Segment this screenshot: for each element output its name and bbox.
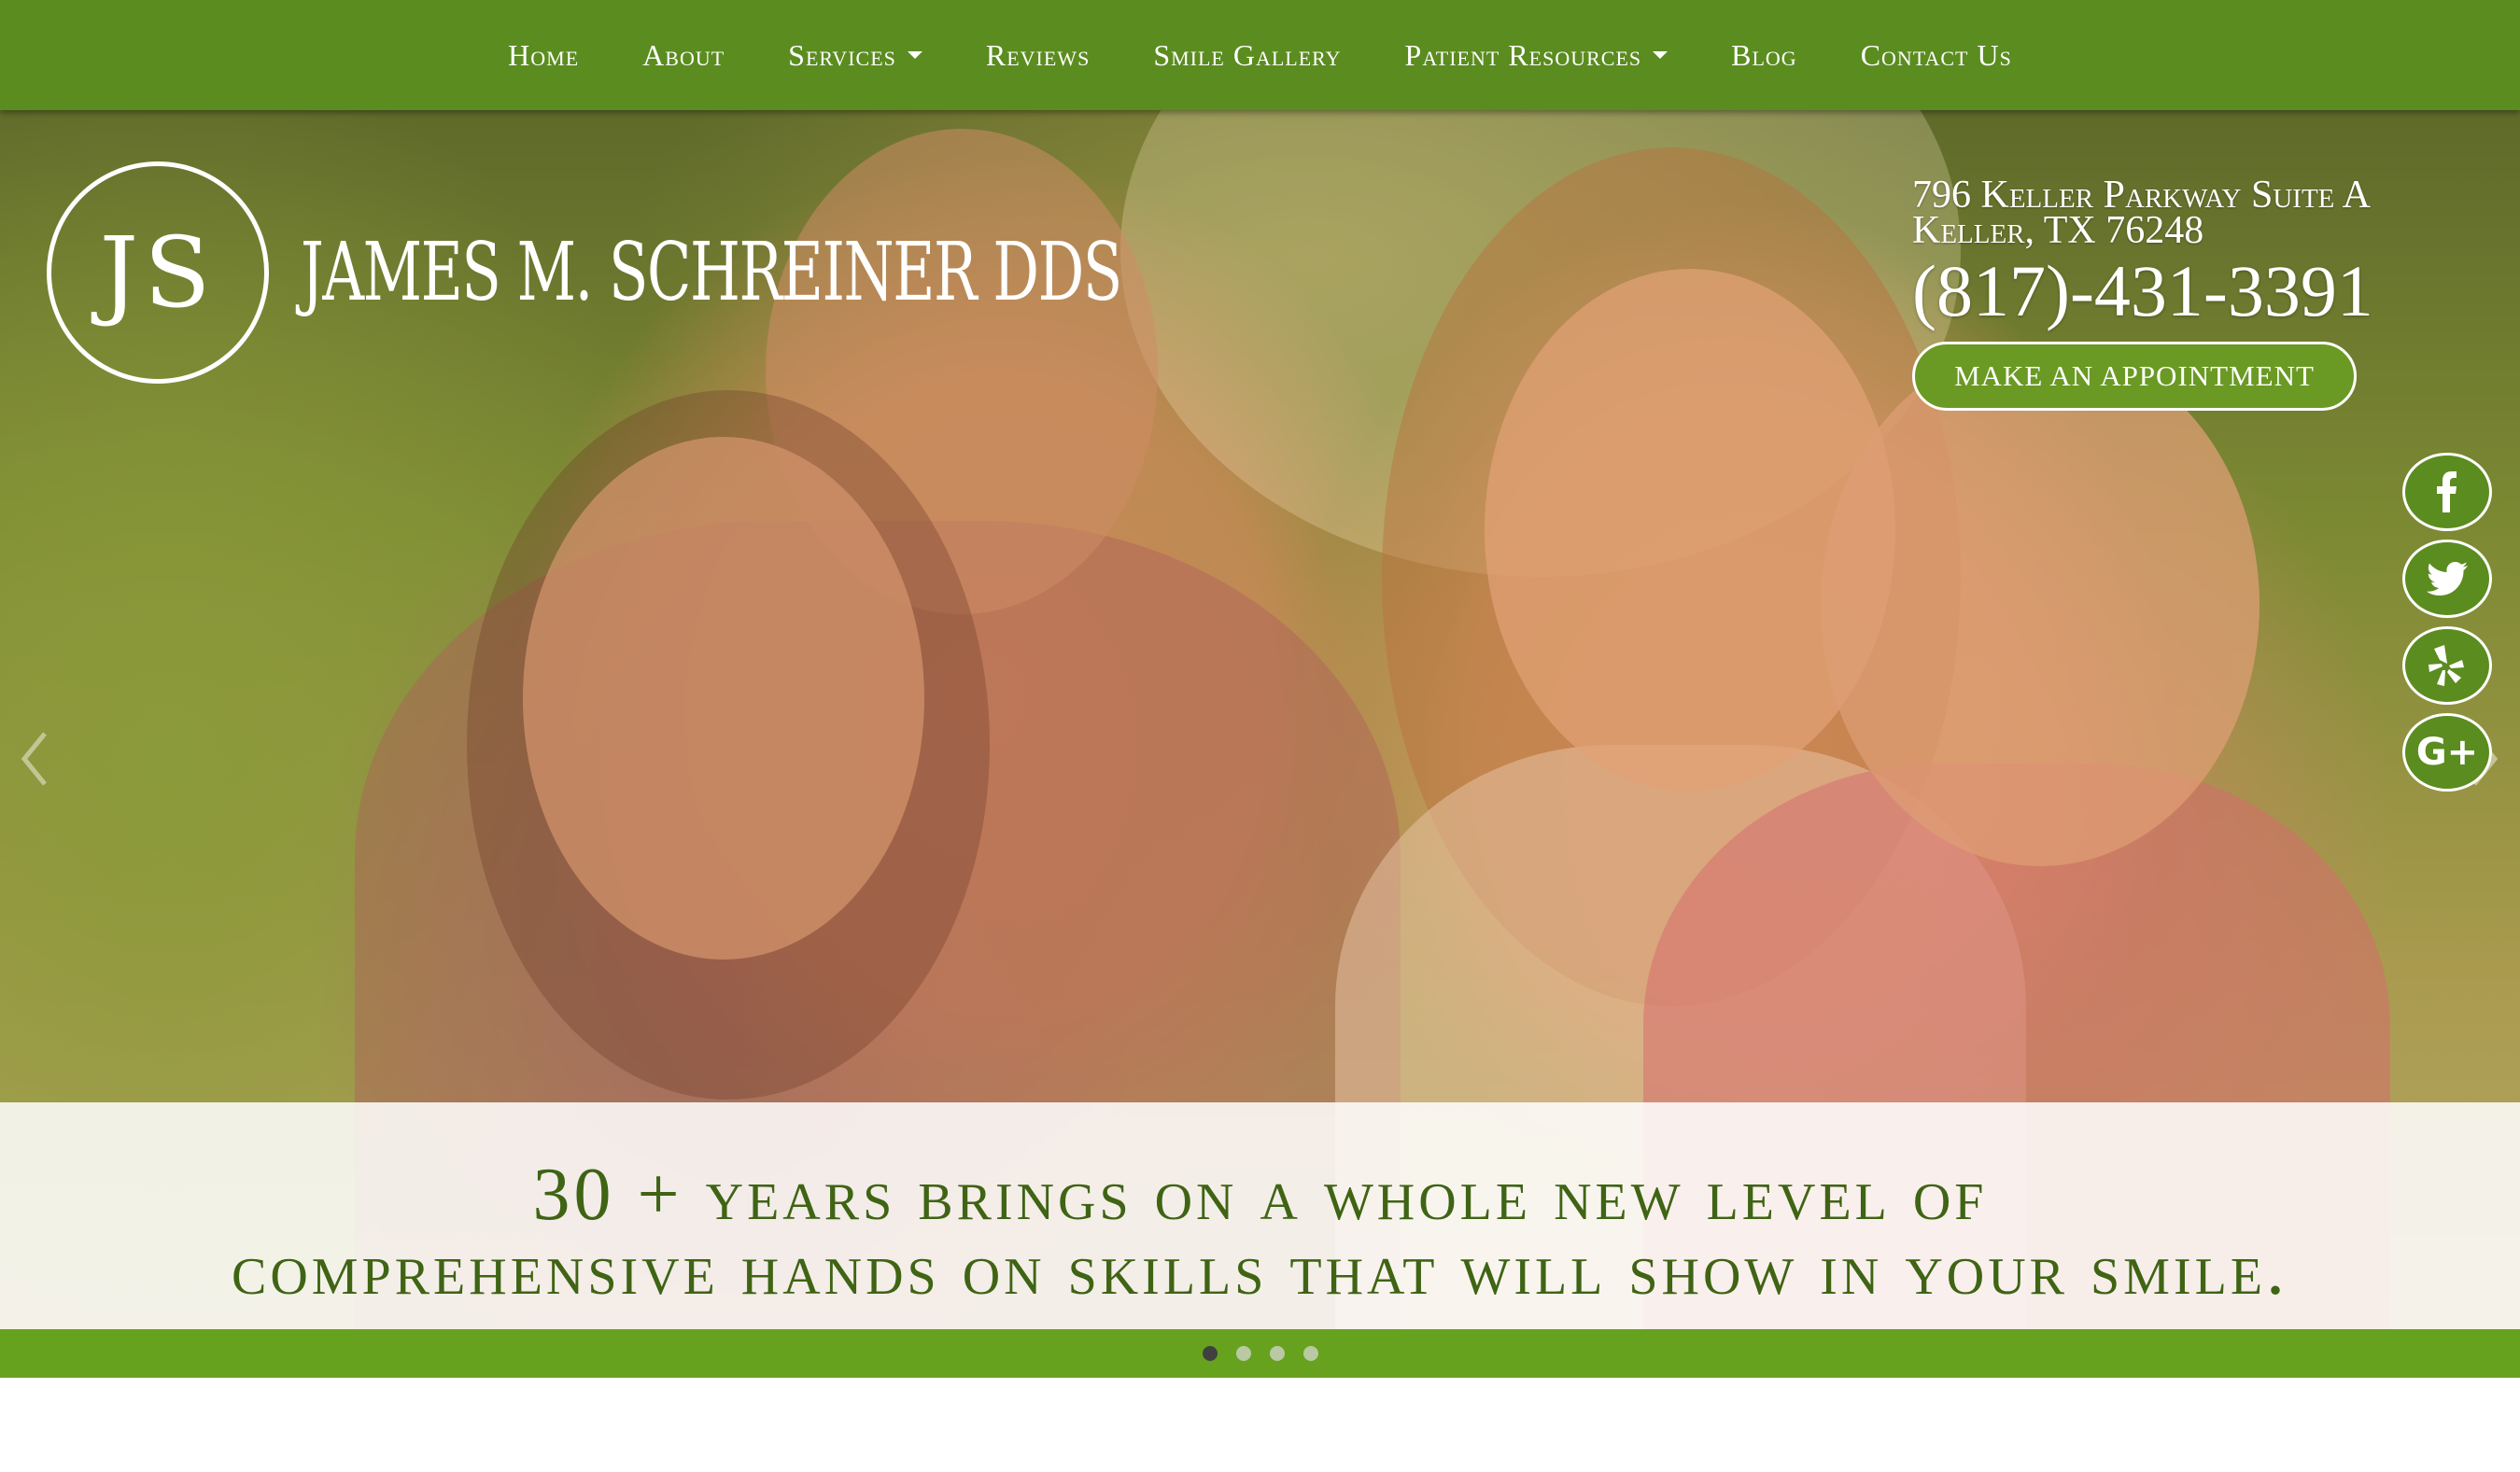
facebook-icon [2437,471,2457,512]
hero-photo-shape [523,437,924,960]
carousel-dot-3[interactable] [1269,1346,1285,1361]
nav-menu: Home About Services Reviews Smile Galler… [0,0,2520,110]
nav-item-smile-gallery[interactable]: Smile Gallery [1153,38,1341,73]
contact-block: 796 Keller Parkway Suite A Keller, TX 76… [1912,174,2491,411]
nav-item-label: Blog [1731,37,1797,72]
nav-item-label: Services [788,37,896,72]
address-line-1: 796 Keller Parkway Suite A [1912,174,2371,217]
yelp-button[interactable] [2402,626,2492,705]
twitter-icon [2427,562,2468,596]
hero-tagline-line-1: 30 + years brings on a whole new level o… [532,1153,1988,1236]
hero-tagline-band: 30 + years brings on a whole new level o… [0,1102,2520,1329]
nav-item-label: Home [508,37,580,72]
yelp-icon [2428,645,2464,686]
carousel-prev-arrow-icon[interactable] [17,726,54,792]
nav-item-label: Smile Gallery [1153,37,1342,72]
nav-item-home[interactable]: Home [508,38,579,73]
nav-item-services[interactable]: Services [788,38,922,73]
hero-photo-shape [1821,343,2260,866]
google-plus-button[interactable]: G+ [2402,713,2492,792]
make-appointment-button[interactable]: MAKE AN APPOINTMENT [1912,342,2357,411]
carousel-dot-1[interactable] [1202,1346,1218,1361]
twitter-button[interactable] [2402,540,2492,618]
carousel-indicator-bar [0,1329,2520,1378]
site-logo[interactable]: JS JAMES M. SCHREINER DDS [47,161,1441,384]
google-plus-icon: G+ [2415,731,2479,774]
phone-number[interactable]: (817)-431-3391 [1912,252,2491,330]
address-line-2: Keller, TX 76248 [1912,209,2204,252]
nav-item-label: Reviews [985,37,1091,72]
caret-down-icon [1653,51,1668,59]
logo-name: JAMES M. SCHREINER DDS [301,226,1122,319]
logo-monogram: JS [47,161,269,384]
nav-item-patient-resources[interactable]: Patient Resources [1405,38,1668,73]
nav-item-label: Patient Resources [1404,37,1642,72]
hero-tagline-line-2: comprehensive hands on skills that will … [231,1227,2289,1311]
main-nav: Home About Services Reviews Smile Galler… [0,0,2520,110]
facebook-button[interactable] [2402,453,2492,531]
nav-item-label: About [642,37,725,72]
nav-item-about[interactable]: About [642,38,725,73]
social-links: G+ [2402,453,2492,792]
hero-slider: JS JAMES M. SCHREINER DDS 796 Keller Par… [0,110,2520,1329]
carousel-dot-4[interactable] [1302,1346,1318,1361]
nav-item-blog[interactable]: Blog [1731,38,1797,73]
nav-item-label: Contact Us [1860,37,2012,72]
caret-down-icon [907,51,922,59]
carousel-dot-2[interactable] [1235,1346,1251,1361]
nav-item-reviews[interactable]: Reviews [986,38,1090,73]
nav-item-contact-us[interactable]: Contact Us [1861,38,2012,73]
